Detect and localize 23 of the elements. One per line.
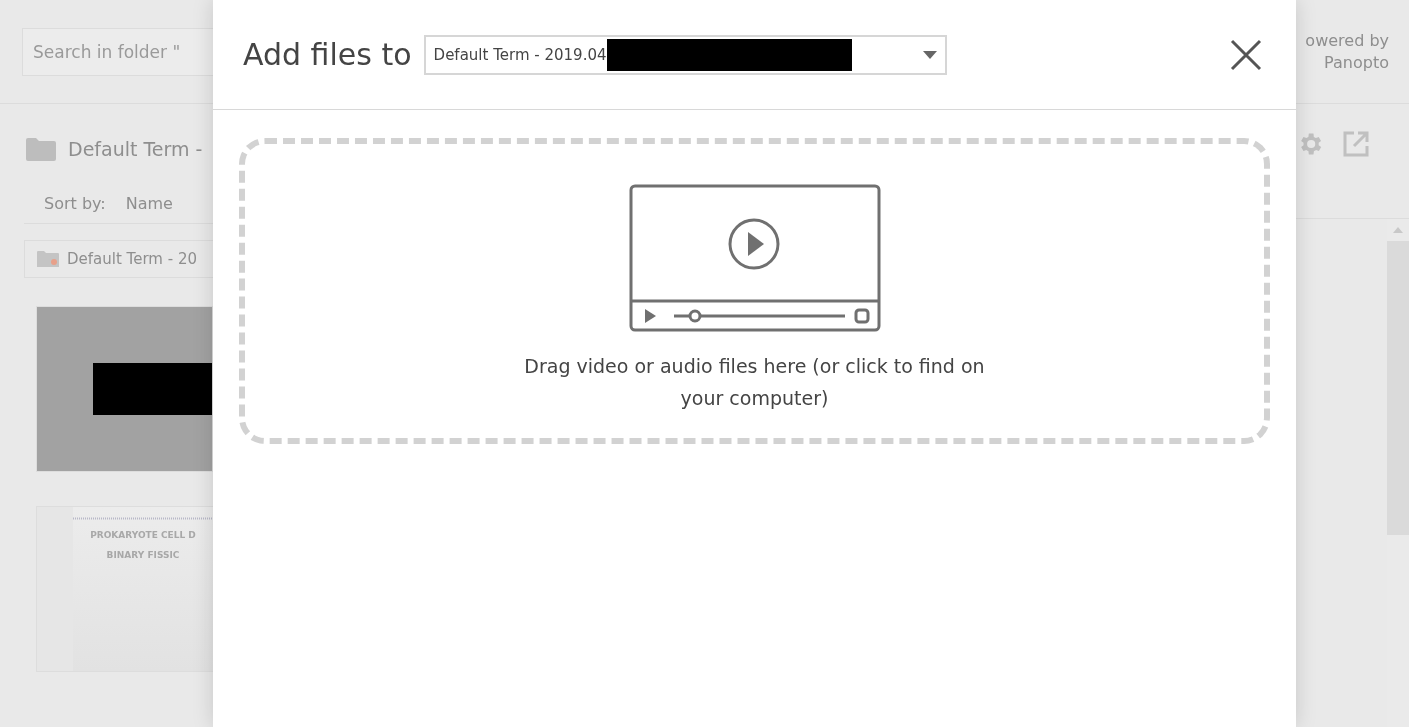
- slide-text: BINARY FISSIC: [106, 550, 180, 560]
- folder-title: Default Term -: [68, 138, 203, 160]
- drop-zone[interactable]: Drag video or audio files here (or click to find on your computer): [239, 138, 1270, 444]
- session-thumbnail[interactable]: PROKARYOTE CELL D BINARY FISSIC: [36, 506, 213, 672]
- folder-icon: [26, 137, 56, 161]
- dialog-title: Add files to: [243, 37, 412, 72]
- external-link-icon[interactable]: [1342, 130, 1370, 158]
- sort-option[interactable]: Name: [125, 194, 173, 213]
- sort-label: Sort by:: [44, 194, 106, 213]
- folder-breadcrumb[interactable]: Default Term - 20: [24, 240, 213, 278]
- search-field[interactable]: Search in folder ": [22, 27, 213, 76]
- slide-text: PROKARYOTE CELL D: [90, 530, 196, 540]
- powered-by-text: Panopto: [1324, 52, 1389, 74]
- session-thumbnail[interactable]: [36, 306, 213, 472]
- caret-icon: [922, 50, 937, 59]
- folder-icon: [37, 250, 59, 268]
- drop-instructions: Drag video or audio files here (or click to find on your computer): [523, 354, 986, 411]
- video-player-icon: [628, 184, 881, 332]
- breadcrumb-text: Default Term - 20: [67, 250, 197, 268]
- dotted-rule-icon: [73, 517, 213, 520]
- scroll-up-icon[interactable]: [1393, 227, 1403, 233]
- powered-by-text: owered by: [1305, 30, 1389, 52]
- folder-select[interactable]: Default Term - 2019.04: [423, 34, 947, 75]
